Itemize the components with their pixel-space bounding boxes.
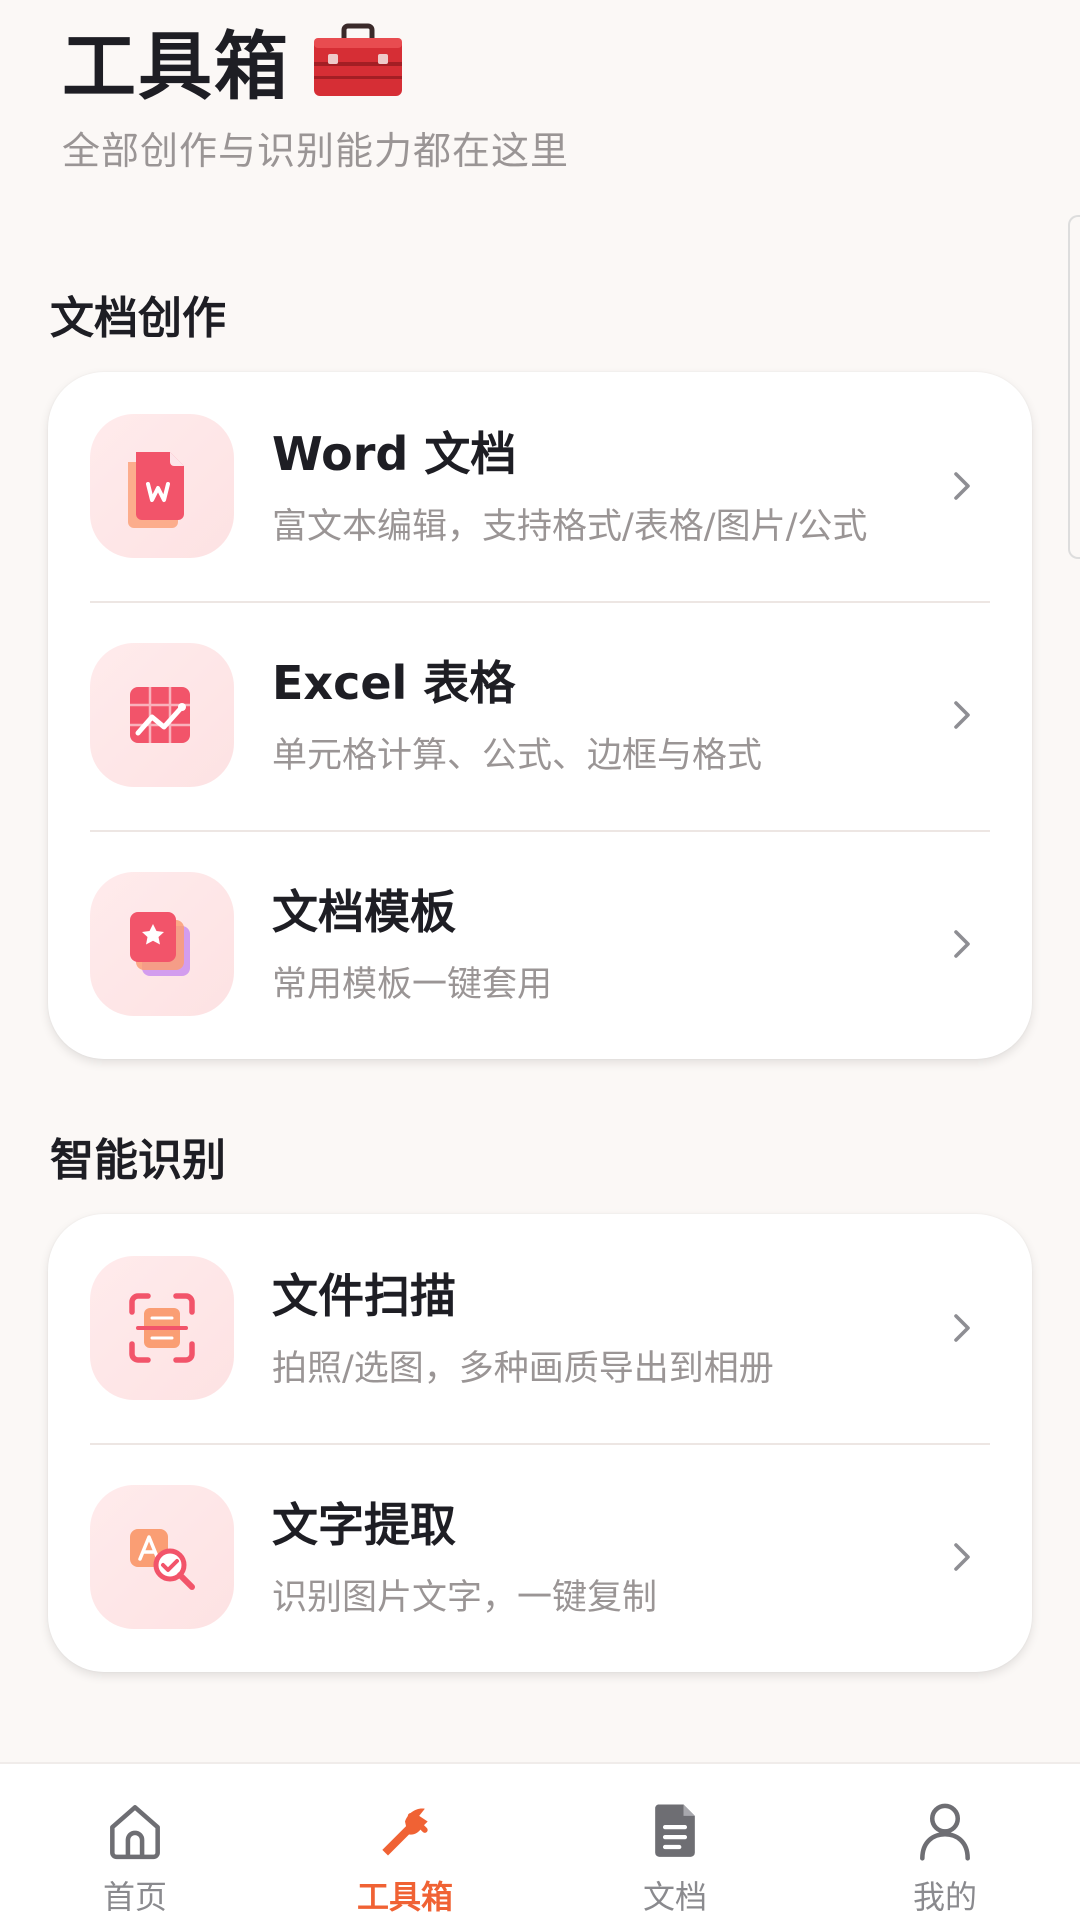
chevron-right-icon [944,1310,980,1346]
tool-row-excel[interactable]: Excel 表格 单元格计算、公式、边框与格式 [48,601,1032,830]
template-icon [90,872,234,1016]
tool-row-template[interactable]: 文档模板 常用模板一键套用 [48,830,1032,1059]
tab-label: 我的 [912,1878,977,1916]
tool-title: Word 文档 [272,427,517,481]
tab-profile[interactable]: 我的 [810,1764,1080,1922]
tool-description: 单元格计算、公式、边框与格式 [272,736,763,776]
profile-icon [920,1803,970,1861]
tab-label: 首页 [102,1878,167,1916]
page-header: 工具箱 [62,10,406,110]
excel-sheet-icon [90,643,234,787]
home-icon [110,1805,160,1860]
word-doc-icon [90,414,234,558]
section-card-smart-recognition: 文件扫描 拍照/选图，多种画质导出到相册 文字提取 识别图片文字，一键复制 [48,1214,1032,1672]
tool-description: 拍照/选图，多种画质导出到相册 [272,1349,774,1389]
tool-title: Excel 表格 [272,656,516,710]
bottom-tab-bar: 首页 工具箱 文档 我的 [0,1762,1080,1922]
tool-row-text-extract[interactable]: 文字提取 识别图片文字，一键复制 [48,1443,1032,1672]
document-icon [655,1804,695,1857]
chevron-right-icon [944,697,980,733]
chevron-right-icon [944,926,980,962]
tool-description: 识别图片文字，一键复制 [272,1578,658,1618]
scroll-indicator [1068,215,1080,559]
section-card-document-creation: Word 文档 富文本编辑，支持格式/表格/图片/公式 Excel 表格 单元格… [48,372,1032,1059]
chevron-right-icon [944,1539,980,1575]
toolbox-page: 工具箱 全部创作与识别能力都在这里 文档创作 Word 文档 富文本编辑，支持格… [0,0,1080,1762]
tab-toolbox[interactable]: 工具箱 [270,1764,540,1922]
scan-icon [90,1256,234,1400]
chevron-right-icon [944,468,980,504]
section-title-document-creation: 文档创作 [50,293,226,344]
tool-title: 文字提取 [272,1498,456,1552]
tool-title: 文档模板 [272,885,456,939]
section-title-smart-recognition: 智能识别 [50,1135,226,1186]
tab-label: 工具箱 [356,1878,453,1916]
page-subtitle: 全部创作与识别能力都在这里 [62,129,570,173]
page-title: 工具箱 [62,23,290,110]
tool-title: 文件扫描 [272,1269,456,1323]
toolbox-emoji-icon [314,23,402,96]
tab-label: 文档 [642,1878,707,1916]
tool-description: 常用模板一键套用 [272,965,553,1005]
tab-documents[interactable]: 文档 [540,1764,810,1922]
tool-row-word[interactable]: Word 文档 富文本编辑，支持格式/表格/图片/公式 [48,372,1032,601]
text-extract-icon [90,1485,234,1629]
tab-home[interactable]: 首页 [0,1764,270,1922]
tool-row-scan[interactable]: 文件扫描 拍照/选图，多种画质导出到相册 [48,1214,1032,1443]
toolbox-icon [382,1808,428,1856]
tool-description: 富文本编辑，支持格式/表格/图片/公式 [272,507,868,547]
